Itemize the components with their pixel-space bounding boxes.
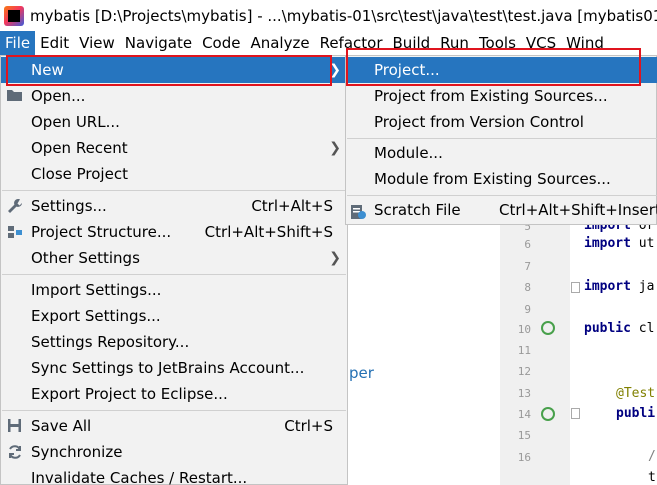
menu-item-label: Invalidate Caches / Restart...: [31, 469, 248, 485]
menu-item-label: Close Project: [31, 165, 128, 183]
menu-item-project-structure[interactable]: Project Structure... Ctrl+Alt+Shift+S: [1, 219, 347, 245]
submenu-item-module-existing-sources[interactable]: Module from Existing Sources...: [346, 166, 657, 192]
wrench-icon: [6, 198, 23, 214]
menu-item-sync-settings[interactable]: Sync Settings to JetBrains Account...: [1, 355, 347, 381]
line-number: 12: [517, 365, 531, 378]
menu-item-label: Import Settings...: [31, 281, 162, 299]
menu-navigate[interactable]: Navigate: [120, 31, 197, 55]
menu-item-label: Open...: [31, 87, 86, 105]
submenu-item-module[interactable]: Module...: [346, 140, 657, 166]
menu-item-label: Settings Repository...: [31, 333, 190, 351]
menu-view[interactable]: View: [74, 31, 120, 55]
menu-item-label: Settings...: [31, 197, 107, 215]
menu-edit[interactable]: Edit: [35, 31, 74, 55]
menu-item-shortcut: Ctrl+S: [284, 417, 333, 435]
menu-item-open-recent[interactable]: Open Recent ❯: [1, 135, 347, 161]
menu-item-shortcut: Ctrl+Alt+Shift+S: [204, 223, 333, 241]
menu-item-export-settings[interactable]: Export Settings...: [1, 303, 347, 329]
menu-item-label: Module...: [374, 144, 443, 162]
menu-separator: [2, 410, 346, 411]
code-line: import ut: [584, 236, 655, 251]
code-line: @Test: [616, 386, 656, 401]
file-menu: New ❯ Open... Open URL... Open Recent ❯ …: [0, 55, 348, 485]
menu-analyze[interactable]: Analyze: [245, 31, 314, 55]
menu-item-label: Scratch File: [374, 201, 461, 219]
menu-item-settings-repository[interactable]: Settings Repository...: [1, 329, 347, 355]
menu-item-shortcut: Ctrl+Alt+Shift+Insert: [499, 201, 657, 219]
submenu-item-project-existing-sources[interactable]: Project from Existing Sources...: [346, 83, 657, 109]
line-number: 8: [524, 281, 531, 294]
menu-code[interactable]: Code: [197, 31, 245, 55]
menu-item-label: Export Settings...: [31, 307, 161, 325]
menu-item-label: Open URL...: [31, 113, 120, 131]
menu-item-label: Project from Version Control: [374, 113, 584, 131]
annotation-box-new: [6, 55, 332, 86]
menu-item-label: Project Structure...: [31, 223, 172, 241]
menu-item-label: Save All: [31, 417, 92, 435]
annotation-box-project: [346, 48, 641, 86]
intellij-logo-icon: [4, 5, 24, 26]
line-number: 6: [524, 238, 531, 251]
fold-icon[interactable]: [571, 282, 580, 293]
menu-item-export-eclipse[interactable]: Export Project to Eclipse...: [1, 381, 347, 407]
menu-item-close-project[interactable]: Close Project: [1, 161, 347, 187]
scratch-file-icon: [349, 202, 367, 219]
code-line: /: [648, 449, 656, 464]
code-line: publi: [616, 406, 656, 421]
fold-icon[interactable]: [571, 408, 580, 419]
menu-item-label: Synchronize: [31, 443, 123, 461]
submenu-item-scratch-file[interactable]: Scratch File Ctrl+Alt+Shift+Insert: [346, 197, 657, 223]
menu-separator: [2, 190, 346, 191]
window-title: mybatis [D:\Projects\mybatis] - ...\myba…: [30, 6, 657, 25]
line-number: 13: [517, 387, 531, 400]
menu-item-settings[interactable]: Settings... Ctrl+Alt+S: [1, 193, 347, 219]
line-number: 9: [524, 303, 531, 316]
menu-item-invalidate-caches[interactable]: Invalidate Caches / Restart...: [1, 465, 347, 485]
run-gutter-icon[interactable]: [541, 407, 555, 421]
submenu-arrow-icon: ❯: [329, 250, 341, 266]
submenu-item-project-vcs[interactable]: Project from Version Control: [346, 109, 657, 135]
code-editor[interactable]: per 5 6 7 8 9 10 11 12 13 14 15 16 impor…: [345, 218, 657, 485]
line-number: 14: [517, 408, 531, 421]
menu-item-label: Open Recent: [31, 139, 128, 157]
project-tree-fragment[interactable]: per: [349, 364, 374, 382]
submenu-arrow-icon: ❯: [329, 140, 341, 156]
line-number: 11: [517, 344, 531, 357]
line-number: 7: [524, 260, 531, 273]
run-gutter-icon[interactable]: [541, 321, 555, 335]
line-number: 15: [517, 429, 531, 442]
menu-item-label: Export Project to Eclipse...: [31, 385, 228, 403]
line-number: 16: [517, 451, 531, 464]
code-line: public cl: [584, 321, 655, 336]
menu-item-other-settings[interactable]: Other Settings ❯: [1, 245, 347, 271]
menu-item-synchronize[interactable]: Synchronize: [1, 439, 347, 465]
menu-item-import-settings[interactable]: Import Settings...: [1, 277, 347, 303]
menu-item-label: Sync Settings to JetBrains Account...: [31, 359, 305, 377]
project-structure-icon: [6, 224, 23, 240]
menu-item-label: Project from Existing Sources...: [374, 87, 608, 105]
title-bar: mybatis [D:\Projects\mybatis] - ...\myba…: [0, 0, 657, 31]
menu-item-label: Module from Existing Sources...: [374, 170, 611, 188]
menu-separator: [347, 195, 657, 196]
sync-icon: [6, 444, 23, 460]
menu-item-save-all[interactable]: Save All Ctrl+S: [1, 413, 347, 439]
menu-separator: [347, 138, 657, 139]
menu-separator: [2, 274, 346, 275]
menu-item-shortcut: Ctrl+Alt+S: [251, 197, 333, 215]
code-line: import ja: [584, 279, 655, 294]
line-number: 10: [517, 323, 531, 336]
menu-item-open[interactable]: Open...: [1, 83, 347, 109]
menu-file[interactable]: File: [0, 31, 36, 55]
menu-item-label: Other Settings: [31, 249, 140, 267]
code-line: t: [648, 470, 656, 485]
save-icon: [6, 418, 23, 434]
menu-item-open-url[interactable]: Open URL...: [1, 109, 347, 135]
folder-icon: [6, 88, 23, 104]
